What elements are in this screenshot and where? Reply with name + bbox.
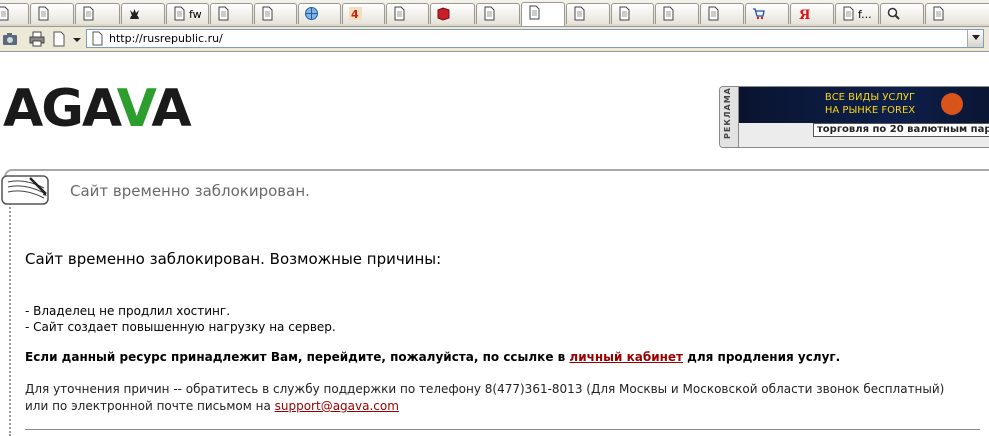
- browser-tab[interactable]: [121, 3, 165, 24]
- browser-tab[interactable]: [210, 3, 253, 24]
- browser-tab[interactable]: [476, 3, 520, 24]
- browser-tab[interactable]: [298, 3, 341, 24]
- banner-subtext: торговля по 20 валютным пар: [813, 123, 989, 137]
- banner-headline-line2: НА РЫНКЕ FOREX: [824, 105, 916, 116]
- browser-tab[interactable]: [430, 3, 475, 24]
- yandex-icon: Я: [799, 8, 810, 21]
- svg-text:4: 4: [351, 8, 359, 21]
- bottom-divider: [25, 429, 980, 430]
- cart-icon: [753, 7, 765, 19]
- page-icon: [529, 5, 540, 19]
- page-icon: [83, 6, 94, 20]
- globe-icon: [305, 6, 318, 20]
- printer-icon[interactable]: [28, 30, 46, 48]
- logo-text-end: A: [151, 79, 191, 139]
- owner-text-prefix: Если данный ресурс принадлежит Вам, пере…: [25, 350, 570, 364]
- page-icon: [394, 6, 405, 20]
- page-icon: [574, 6, 585, 20]
- browser-tab[interactable]: [925, 3, 989, 24]
- banner-dark-panel: ВСЕ ВИДЫ УСЛУГ НА РЫНКЕ FOREX: [739, 87, 989, 123]
- support-phone-text: Для уточнения причин -- обратитесь в слу…: [25, 382, 945, 396]
- page-icon: [708, 6, 719, 20]
- notice-title: Сайт временно заблокирован.: [70, 182, 310, 200]
- book-icon: [437, 6, 450, 21]
- banner-headline: ВСЕ ВИДЫ УСЛУГ НА РЫНКЕ FOREX: [815, 91, 925, 117]
- browser-tab[interactable]: [566, 3, 610, 24]
- magnifier-icon: [887, 7, 900, 20]
- tab-label: f...: [858, 7, 872, 21]
- support-email-text: или по электронной почте письмом на supp…: [25, 399, 399, 413]
- logo-accent-letter: V: [116, 79, 154, 139]
- ad-label-text: РЕКЛАМА: [723, 87, 732, 139]
- page-icon: [619, 6, 630, 20]
- address-toolbar: http://rusrepublic.ru/: [0, 27, 989, 52]
- page-icon: [262, 6, 273, 20]
- owner-instructions: Если данный ресурс принадлежит Вам, пере…: [25, 350, 840, 364]
- reasons-heading: Сайт временно заблокирован. Возможные пр…: [25, 250, 442, 268]
- chevron-down-icon: [971, 35, 980, 40]
- page-icon: [843, 6, 854, 20]
- page-icon: [218, 6, 229, 20]
- banner-headline-line1: ВСЕ ВИДЫ УСЛУГ: [824, 92, 916, 103]
- browser-tab[interactable]: 4: [342, 3, 385, 24]
- agava-logo[interactable]: AGAVA: [3, 83, 192, 135]
- page-icon: [0, 6, 9, 20]
- reason-item: - Владелец не продлил хостинг.: [25, 304, 231, 318]
- red-4-icon: 4: [349, 6, 362, 21]
- chess-queen-icon: [130, 8, 139, 19]
- ad-banner[interactable]: РЕКЛАМА ВСЕ ВИДЫ УСЛУГ НА РЫНКЕ FOREX то…: [719, 86, 989, 148]
- browser-tab[interactable]: fw: [166, 3, 209, 24]
- reason-item: - Сайт создает повышенную нагрузку на се…: [25, 320, 336, 334]
- support-email-link[interactable]: support@agava.com: [275, 399, 399, 413]
- address-dropdown-button[interactable]: [967, 30, 983, 47]
- browser-tab[interactable]: [75, 3, 120, 24]
- page-icon[interactable]: [50, 30, 68, 48]
- tab-label: fw: [189, 7, 202, 21]
- notice-frame-border: [4, 169, 989, 179]
- browser-tab[interactable]: [745, 3, 789, 24]
- tab-strip: fw 4 Яf...: [0, 0, 989, 27]
- camera-icon[interactable]: [1, 30, 19, 48]
- browser-tab[interactable]: [880, 3, 924, 24]
- browser-tab[interactable]: [521, 2, 565, 26]
- personal-account-link[interactable]: личный кабинет: [569, 350, 683, 364]
- browser-tab[interactable]: Я: [790, 3, 834, 24]
- browser-tab[interactable]: f...: [835, 3, 879, 24]
- page-icon: [484, 6, 495, 20]
- browser-tab[interactable]: [700, 3, 744, 24]
- svg-text:Я: Я: [799, 8, 810, 21]
- browser-tab[interactable]: [254, 3, 297, 24]
- browser-tab[interactable]: [30, 3, 74, 24]
- address-bar[interactable]: http://rusrepublic.ru/: [86, 29, 984, 48]
- contact-text-prefix: или по электронной почте письмом на: [25, 399, 275, 413]
- browser-tab[interactable]: [386, 3, 429, 24]
- banner-ad-label: РЕКЛАМА: [720, 87, 739, 147]
- notice-frame-dotted-edge: [9, 200, 11, 436]
- browser-tab[interactable]: [0, 3, 29, 24]
- page-icon: [38, 6, 49, 20]
- browser-tab[interactable]: [611, 3, 654, 24]
- page-icon: [933, 6, 944, 20]
- blocked-notebook-icon: [1, 175, 49, 205]
- dropdown-arrow-icon[interactable]: [68, 30, 86, 48]
- page-icon: [663, 6, 674, 20]
- address-url: http://rusrepublic.ru/: [109, 32, 223, 45]
- browser-tab[interactable]: [655, 3, 699, 24]
- owner-text-suffix: для продления услуг.: [683, 350, 841, 364]
- logo-text: AGA: [3, 79, 119, 139]
- page-icon: [174, 6, 185, 20]
- fibo-logo-icon: [941, 93, 963, 115]
- page-icon: [92, 31, 103, 46]
